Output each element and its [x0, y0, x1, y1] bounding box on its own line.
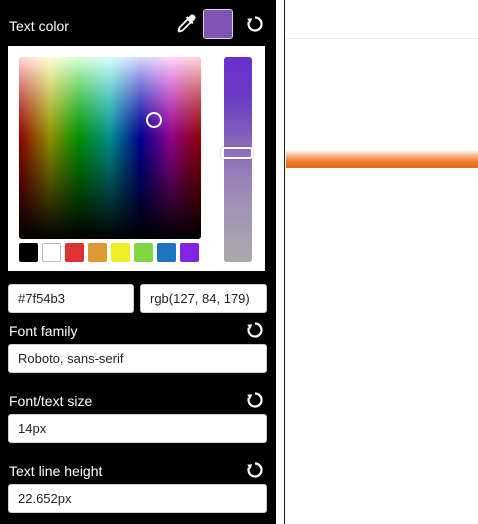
preset-swatch-green[interactable]	[134, 243, 153, 262]
preset-swatch-white[interactable]	[42, 243, 61, 262]
reset-icon[interactable]	[246, 321, 264, 339]
preview-top-border	[286, 38, 478, 39]
font-family-input[interactable]	[8, 344, 267, 373]
color-cursor[interactable]	[146, 112, 162, 128]
font-family-label: Font family	[9, 323, 78, 339]
reset-icon[interactable]	[246, 391, 264, 409]
reset-icon[interactable]	[246, 15, 264, 33]
reset-icon[interactable]	[246, 461, 264, 479]
hue-slider-handle[interactable]	[221, 147, 253, 159]
eyedropper-icon[interactable]	[174, 12, 198, 36]
preview-orange-bar	[286, 150, 478, 167]
preset-swatch-yellow[interactable]	[111, 243, 130, 262]
saturation-value-area[interactable]	[19, 57, 201, 239]
hue-slider[interactable]	[224, 57, 252, 262]
preset-swatch-black[interactable]	[19, 243, 38, 262]
line-height-label: Text line height	[9, 463, 103, 479]
preset-swatch-red[interactable]	[65, 243, 84, 262]
line-height-input[interactable]	[8, 484, 267, 513]
font-size-label: Font/text size	[9, 393, 93, 409]
panel-divider	[284, 0, 285, 524]
preview-orange-bar-edge	[286, 166, 478, 168]
font-size-input[interactable]	[8, 414, 267, 443]
text-color-label: Text color	[9, 18, 69, 34]
preset-swatch-blue[interactable]	[157, 243, 176, 262]
color-picker	[8, 46, 265, 271]
preset-swatch-orange[interactable]	[88, 243, 107, 262]
style-panel: Text color Font family	[0, 0, 276, 524]
current-color-swatch[interactable]	[203, 9, 233, 39]
preset-swatch-purple[interactable]	[180, 243, 199, 262]
hex-input[interactable]	[8, 284, 134, 313]
rgb-input[interactable]	[140, 284, 267, 313]
